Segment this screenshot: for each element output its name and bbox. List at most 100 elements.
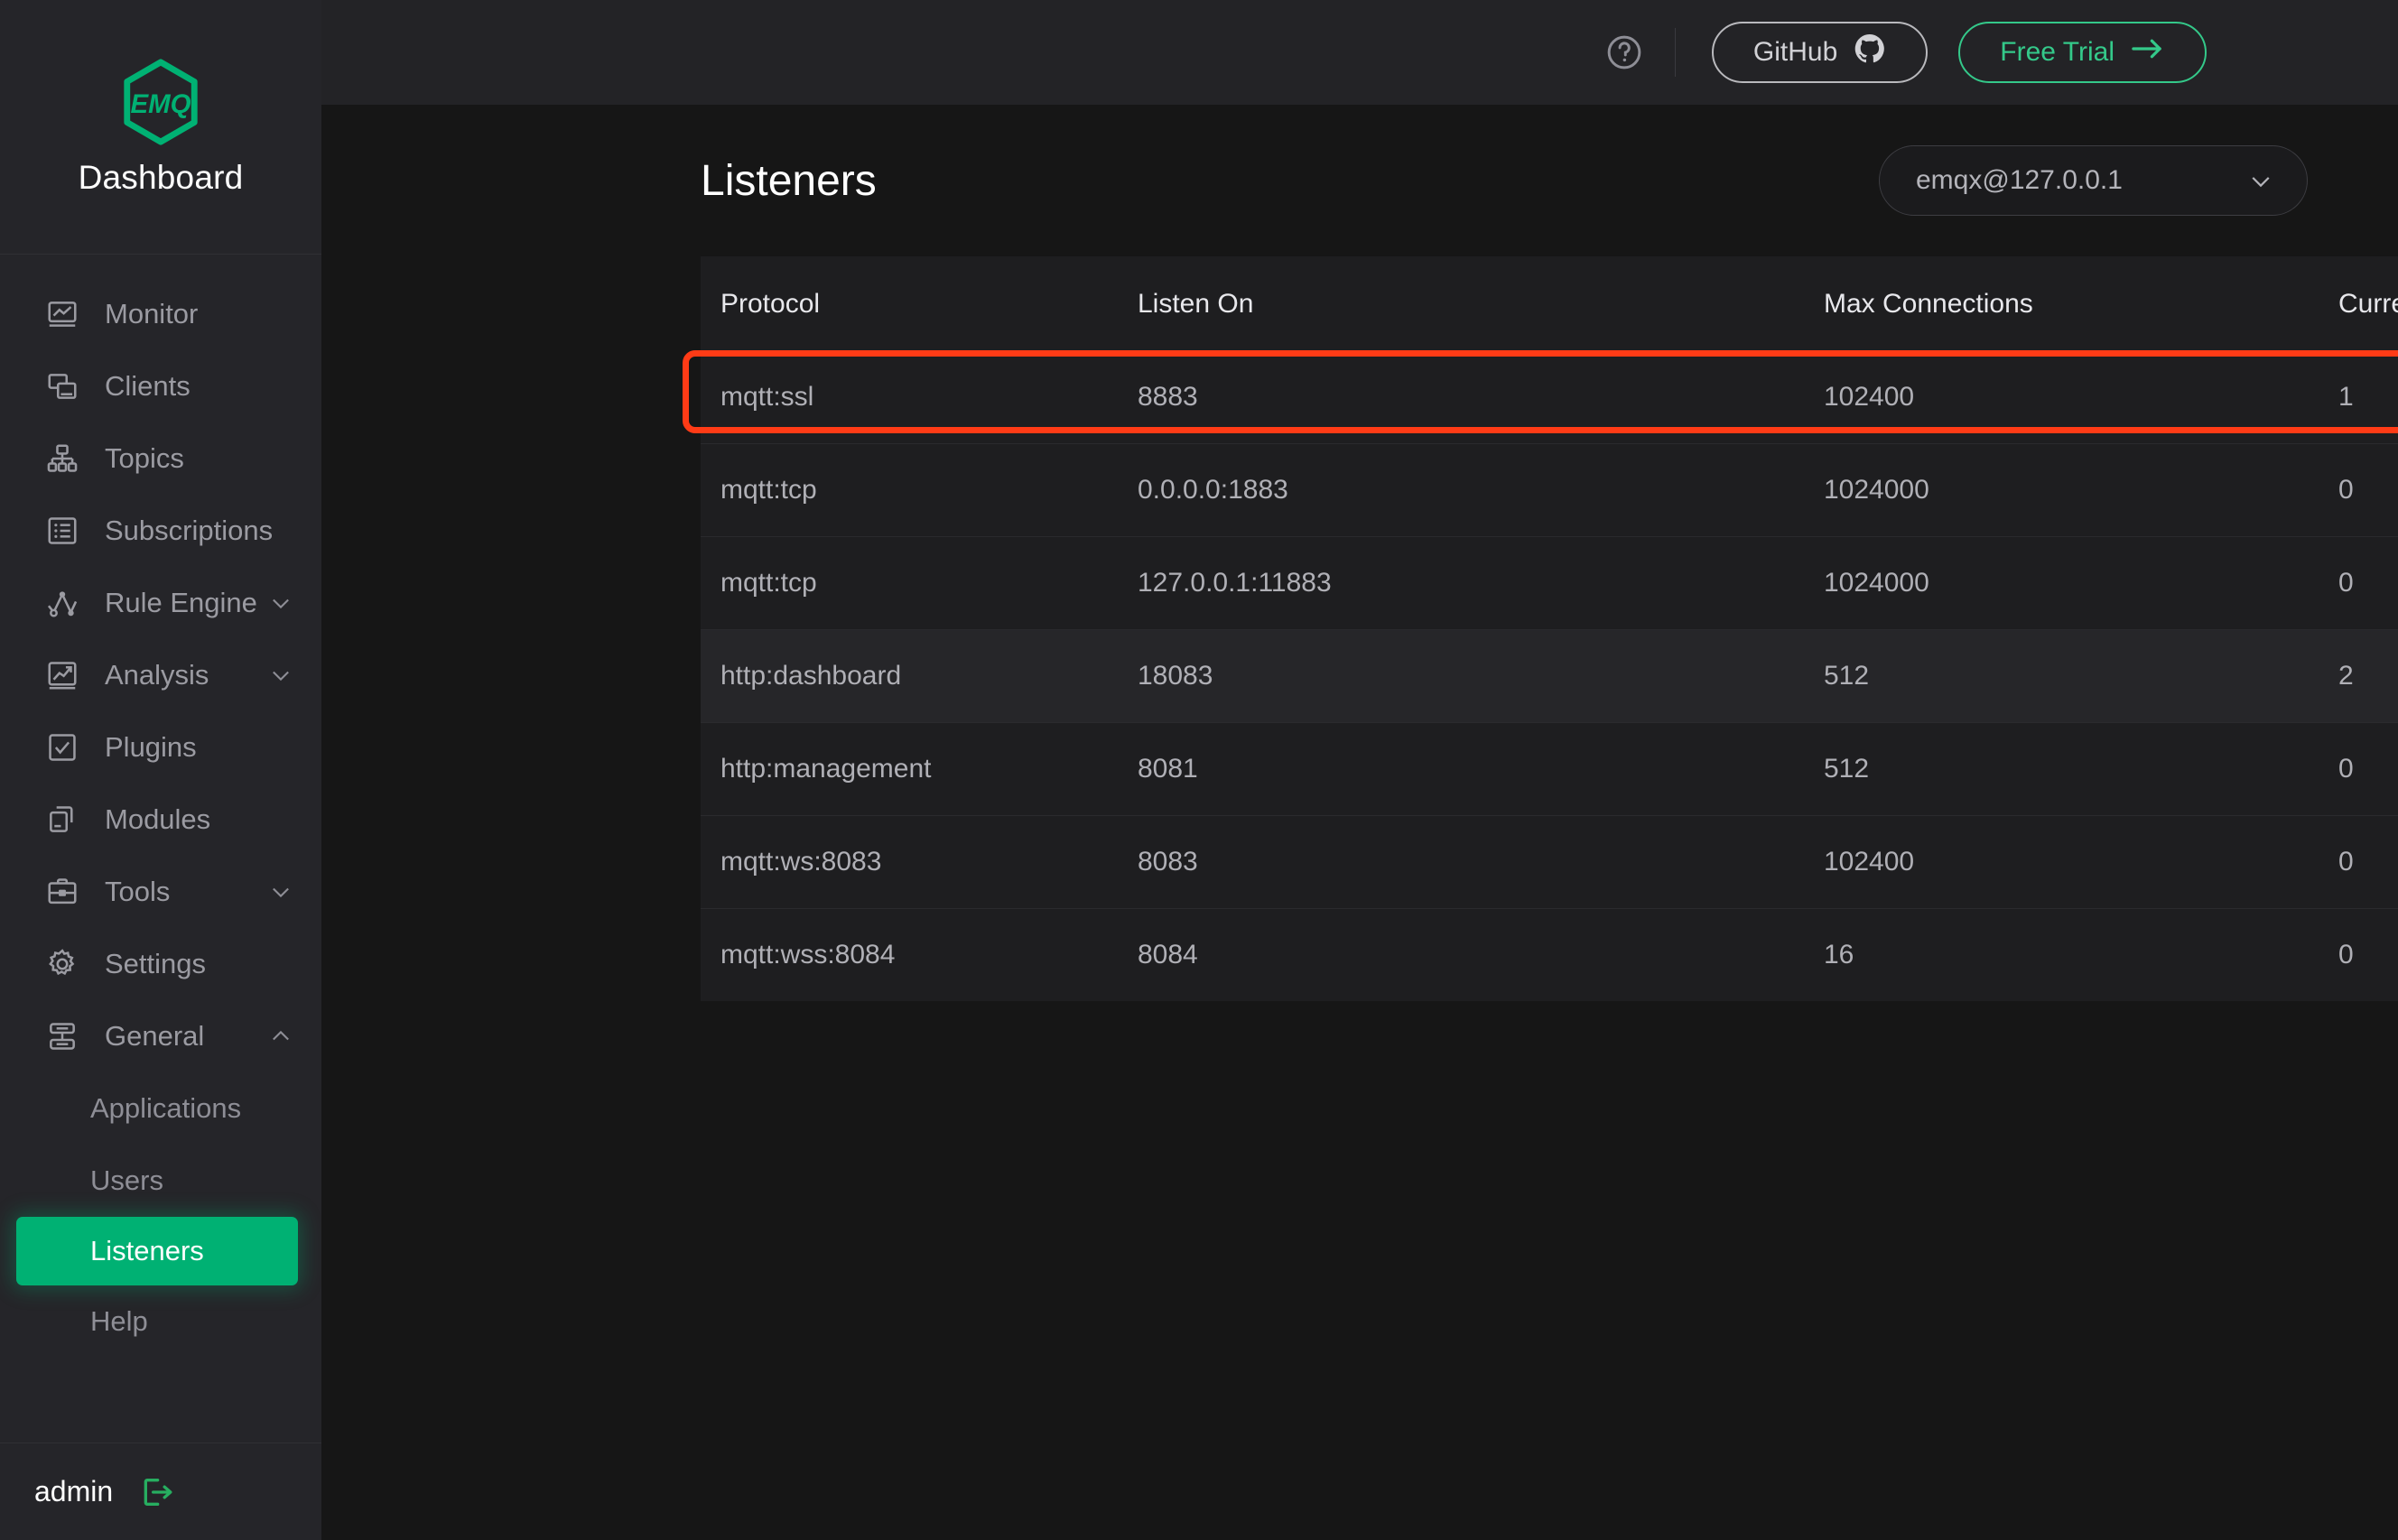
sidebar-subitem-help[interactable]: Help — [0, 1285, 321, 1358]
table-row[interactable]: http:management 8081 512 0 — [701, 722, 2398, 816]
node-select-value: emqx@127.0.0.1 — [1916, 165, 2123, 195]
sidebar-item-label: Plugins — [105, 731, 197, 763]
settings-gear-icon — [43, 945, 81, 983]
cell-listen-on: 8081 — [1138, 722, 1824, 816]
sidebar-subitem-users[interactable]: Users — [0, 1145, 321, 1217]
github-button[interactable]: GitHub — [1711, 22, 1929, 83]
subscriptions-icon — [43, 512, 81, 550]
content: Listeners emqx@127.0.0.1 Protocol Listen… — [321, 105, 2398, 1540]
cell-protocol: http:dashboard — [701, 629, 1138, 723]
node-select[interactable]: emqx@127.0.0.1 — [1879, 145, 2308, 216]
cell-protocol: mqtt:ws:8083 — [701, 815, 1138, 909]
chevron-down-icon — [2247, 167, 2274, 194]
free-trial-button-label: Free Trial — [2000, 37, 2115, 67]
general-icon — [43, 1017, 81, 1055]
cell-max-connections: 102400 — [1824, 350, 2338, 444]
table-body: mqtt:ssl 8883 102400 1 mqtt:tcp 0.0.0.0:… — [701, 350, 2398, 1001]
table-row[interactable]: mqtt:ws:8083 8083 102400 0 — [701, 815, 2398, 909]
table-header-row: Protocol Listen On Max Connections Curre… — [701, 256, 2398, 351]
column-header-max-connections[interactable]: Max Connections — [1824, 256, 2338, 351]
column-header-current-connections[interactable]: Current Connections — [2338, 256, 2398, 351]
cell-max-connections: 512 — [1824, 722, 2338, 816]
logout-icon[interactable] — [138, 1474, 174, 1510]
emq-hexagon-logo: EMQ — [116, 58, 205, 146]
rule-engine-icon — [43, 584, 81, 622]
page-header: Listeners emqx@127.0.0.1 — [701, 105, 2308, 256]
cell-max-connections: 16 — [1824, 908, 2338, 1001]
cell-listen-on: 8083 — [1138, 815, 1824, 909]
sidebar-item-label: Monitor — [105, 298, 199, 329]
cell-current-connections: 0 — [2338, 722, 2398, 816]
chevron-down-icon[interactable] — [267, 878, 294, 905]
clients-icon — [43, 367, 81, 405]
cell-protocol: mqtt:tcp — [701, 443, 1138, 537]
sidebar-item-label: Subscriptions — [105, 515, 274, 546]
table-row[interactable]: http:dashboard 18083 512 2 — [701, 629, 2398, 723]
cell-listen-on: 8883 — [1138, 350, 1824, 444]
sidebar-item-plugins[interactable]: Plugins — [0, 711, 321, 784]
topics-icon — [43, 440, 81, 478]
sidebar-item-analysis[interactable]: Analysis — [0, 639, 321, 711]
github-button-label: GitHub — [1752, 37, 1838, 67]
user-bar: admin — [0, 1443, 321, 1540]
listeners-table: Protocol Listen On Max Connections Curre… — [701, 256, 2398, 1001]
main-area: GitHub Free Trial Listeners emqx@127.0.0… — [321, 0, 2398, 1540]
sidebar-item-label: Analysis — [105, 659, 209, 691]
cell-listen-on: 0.0.0.0:1883 — [1138, 443, 1824, 537]
sidebar-item-tools[interactable]: Tools — [0, 856, 321, 928]
sidebar-item-rule-engine[interactable]: Rule Engine — [0, 567, 321, 639]
tools-icon — [43, 873, 81, 911]
sidebar-item-settings[interactable]: Settings — [0, 928, 321, 1000]
plugins-icon — [43, 728, 81, 766]
sidebar-subitem-listeners[interactable]: Listeners — [16, 1217, 298, 1285]
sidebar-subitem-label: Users — [90, 1164, 163, 1196]
table-row[interactable]: mqtt:ssl 8883 102400 1 — [701, 350, 2398, 444]
cell-listen-on: 18083 — [1138, 629, 1824, 723]
sidebar-item-topics[interactable]: Topics — [0, 422, 321, 495]
cell-listen-on: 127.0.0.1:11883 — [1138, 536, 1824, 630]
cell-protocol: http:management — [701, 722, 1138, 816]
table-row[interactable]: mqtt:tcp 0.0.0.0:1883 1024000 0 — [701, 443, 2398, 537]
cell-current-connections: 0 — [2338, 815, 2398, 909]
cell-max-connections: 102400 — [1824, 815, 2338, 909]
chevron-down-icon[interactable] — [267, 589, 294, 617]
sidebar-item-label: Topics — [105, 442, 184, 474]
arrow-right-icon — [2131, 35, 2165, 70]
sidebar-item-monitor[interactable]: Monitor — [0, 278, 321, 350]
sidebar-item-clients[interactable]: Clients — [0, 350, 321, 422]
topbar-divider — [1674, 28, 1676, 77]
modules-icon — [43, 801, 81, 839]
sidebar-item-label: Settings — [105, 948, 207, 979]
table-row[interactable]: mqtt:wss:8084 8084 16 0 — [701, 908, 2398, 1001]
sidebar-item-general[interactable]: General — [0, 1000, 321, 1072]
free-trial-button[interactable]: Free Trial — [1958, 22, 2207, 83]
cell-protocol: mqtt:tcp — [701, 536, 1138, 630]
svg-text:EMQ: EMQ — [131, 88, 191, 118]
cell-max-connections: 1024000 — [1824, 443, 2338, 537]
github-icon — [1854, 32, 1886, 72]
user-name: admin — [34, 1475, 114, 1508]
cell-protocol: mqtt:ssl — [701, 350, 1138, 444]
page-title: Listeners — [701, 156, 877, 205]
sidebar-subitem-label: Help — [90, 1305, 148, 1337]
sidebar: EMQ Dashboard Monitor Clients Topics Sub… — [0, 0, 321, 1540]
sidebar-item-label: Clients — [105, 370, 191, 402]
sidebar-item-modules[interactable]: Modules — [0, 784, 321, 856]
question-circle-icon[interactable] — [1604, 32, 1644, 72]
table-head: Protocol Listen On Max Connections Curre… — [701, 256, 2398, 351]
brand-title: Dashboard — [78, 158, 244, 196]
cell-current-connections: 2 — [2338, 629, 2398, 723]
chevron-down-icon[interactable] — [267, 662, 294, 689]
cell-protocol: mqtt:wss:8084 — [701, 908, 1138, 1001]
sidebar-subitem-applications[interactable]: Applications — [0, 1072, 321, 1145]
table-row[interactable]: mqtt:tcp 127.0.0.1:11883 1024000 0 — [701, 536, 2398, 630]
sidebar-item-subscriptions[interactable]: Subscriptions — [0, 495, 321, 567]
brand-block[interactable]: EMQ Dashboard — [0, 0, 321, 255]
column-header-protocol[interactable]: Protocol — [701, 256, 1138, 351]
sidebar-nav: Monitor Clients Topics Subscriptions Rul… — [0, 255, 321, 1443]
cell-listen-on: 8084 — [1138, 908, 1824, 1001]
chevron-up-icon[interactable] — [267, 1023, 294, 1050]
topbar: GitHub Free Trial — [321, 0, 2398, 105]
column-header-listen-on[interactable]: Listen On — [1138, 256, 1824, 351]
listeners-table-card: Protocol Listen On Max Connections Curre… — [683, 256, 2398, 1001]
